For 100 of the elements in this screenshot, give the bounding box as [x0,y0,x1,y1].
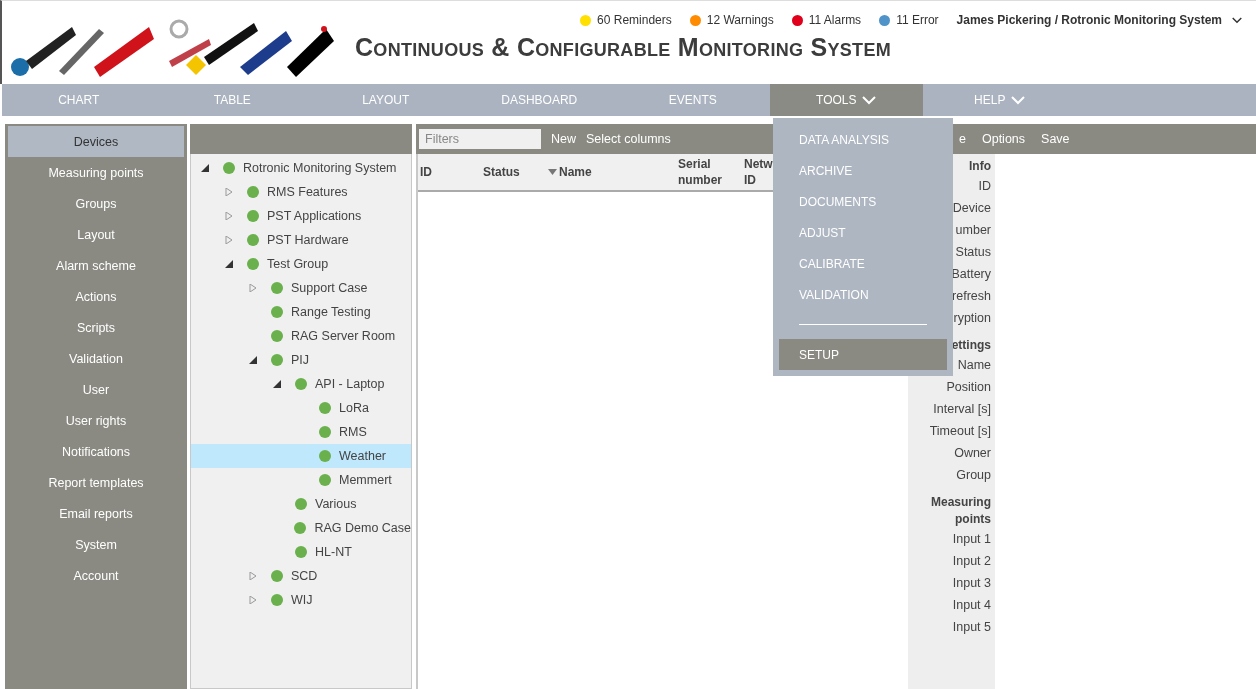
section-heading: Info [969,158,991,175]
tree-item[interactable]: Memmert [191,468,411,492]
sidebar-item[interactable]: Layout [8,219,184,250]
tree-item[interactable]: Weather [191,444,411,468]
column-header[interactable]: Name [559,164,592,180]
counter-label[interactable]: 11 Alarms [808,13,862,27]
expanded-triangle-icon[interactable] [249,356,257,364]
status-dot-icon [223,162,235,174]
tree-item[interactable]: Support Case [191,276,411,300]
filter-field[interactable]: Filters [419,129,541,149]
tree-item[interactable]: PST Hardware [191,228,411,252]
counter-label[interactable]: 12 Warnings [706,13,774,27]
tree-item[interactable]: RAG Demo Case [191,516,411,540]
toolbar-button[interactable]: Options [981,132,1026,146]
tree-item[interactable]: PIJ [191,348,411,372]
collapsed-triangle-icon[interactable] [225,212,233,220]
status-dot-icon [247,234,259,246]
field-label: ryption [953,310,991,327]
section-heading: Measuring points [930,494,991,528]
menu-item[interactable]: SETUP [779,339,947,370]
tree-item[interactable]: SCD [191,564,411,588]
sidebar-item[interactable]: Validation [8,343,184,374]
user-menu[interactable]: James Pickering / Rotronic Monitoring System [956,13,1242,27]
tree-item[interactable]: RAG Server Room [191,324,411,348]
column-header[interactable]: ID [420,164,432,180]
nav-tab[interactable]: TOOLS [769,84,923,116]
tree-item[interactable]: LoRa [191,396,411,420]
field-label: Position [946,379,991,396]
menu-item[interactable]: DOCUMENTS [779,186,947,217]
tree-item[interactable]: Various [191,492,411,516]
tree-item[interactable]: Range Testing [191,300,411,324]
tree-item[interactable]: Rotronic Monitoring System [191,156,411,180]
collapsed-triangle-icon[interactable] [225,188,233,196]
sidebar-item[interactable]: Devices [8,126,184,157]
field-label: Input 3 [952,575,991,592]
field-label: umber [955,222,991,239]
menu-item[interactable]: ARCHIVE [779,155,947,186]
field-label: Interval [s] [933,401,991,418]
counter-label[interactable]: 11 Error [896,13,939,27]
section-heading: ettings [951,337,991,354]
toolbar-button[interactable]: New [551,132,576,146]
sidebar-item[interactable]: Alarm scheme [8,250,184,281]
column-header[interactable]: Netw ID [744,156,774,188]
sidebar-item[interactable]: User [8,374,184,405]
counter-label[interactable]: 60 Reminders [597,13,672,27]
status-dot-icon [295,546,307,558]
tree-item[interactable]: PST Applications [191,204,411,228]
field-label: Device [952,200,991,217]
tree-item[interactable]: WIJ [191,588,411,612]
nav-tab[interactable]: LAYOUT [309,84,463,116]
expanded-triangle-icon[interactable] [225,260,233,268]
sort-down-icon[interactable] [548,169,557,175]
expanded-triangle-icon[interactable] [201,164,209,172]
sidebar-item[interactable]: Measuring points [8,157,184,188]
collapsed-triangle-icon[interactable] [249,284,257,292]
sidebar-item[interactable]: System [8,529,184,560]
menu-item[interactable]: DATA ANALYSIS [779,124,947,155]
collapsed-triangle-icon[interactable] [249,572,257,580]
menu-item[interactable]: ADJUST [779,217,947,248]
toolbar-button[interactable]: Select columns [586,132,671,146]
status-dot-icon [319,402,331,414]
menu-item[interactable]: VALIDATION [779,279,947,310]
status-dot-icon [271,330,283,342]
sidebar-item[interactable]: Actions [8,281,184,312]
field-label: Input 4 [952,597,991,614]
app-title: Continuous & Configurable Monitoring System [355,33,892,62]
tree-item[interactable]: API - Laptop [191,372,411,396]
tree-item[interactable]: RMS Features [191,180,411,204]
sidebar-item[interactable]: Notifications [8,436,184,467]
status-dot-icon [319,426,331,438]
expanded-triangle-icon[interactable] [273,380,281,388]
sidebar-item[interactable]: Report templates [8,467,184,498]
nav-tab[interactable]: HELP [923,84,1077,116]
field-label: Input 1 [952,531,991,548]
field-label: Owner [954,445,991,462]
sidebar-item[interactable]: User rights [8,405,184,436]
sidebar-item[interactable]: Email reports [8,498,184,529]
status-dot-icon [271,354,283,366]
nav-tab[interactable]: TABLE [155,84,309,116]
field-label: Input 5 [952,619,991,636]
column-header[interactable]: Status [483,164,520,180]
sidebar-item[interactable]: Account [8,560,184,591]
tree-item[interactable]: HL-NT [191,540,411,564]
toolbar-button[interactable]: e [959,132,966,146]
status-dot-icon [295,498,307,510]
nav-tab[interactable]: EVENTS [616,84,770,116]
tree-item[interactable]: RMS [191,420,411,444]
status-dot-icon [247,258,259,270]
sidebar-item[interactable]: Groups [8,188,184,219]
nav-tab[interactable]: CHART [2,84,156,116]
status-dot-icon [271,306,283,318]
menu-item[interactable]: CALIBRATE [779,248,947,279]
collapsed-triangle-icon[interactable] [225,236,233,244]
column-header[interactable]: Serial number [678,156,738,188]
nav-tab[interactable]: DASHBOARD [462,84,616,116]
sidebar-item[interactable]: Scripts [8,312,184,343]
collapsed-triangle-icon[interactable] [249,596,257,604]
toolbar-button[interactable]: Save [1041,132,1070,146]
field-label: Input 2 [952,553,991,570]
tree-item[interactable]: Test Group [191,252,411,276]
